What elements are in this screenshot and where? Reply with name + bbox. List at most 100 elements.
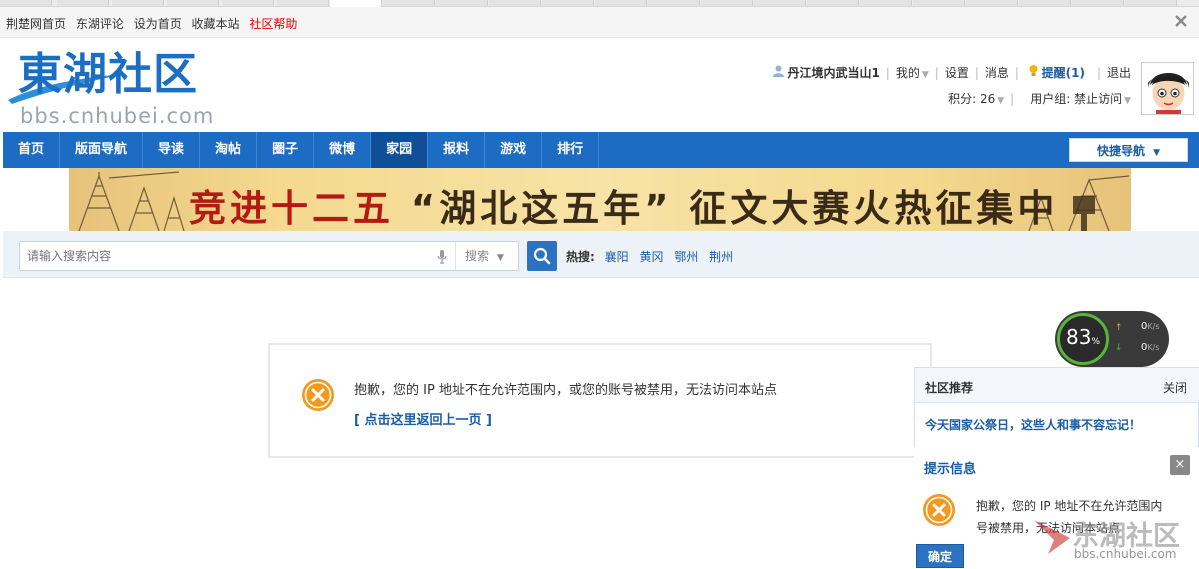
network-speed-widget[interactable]: 83% ↑ ↓ 0K/s 0K/s (1055, 311, 1169, 367)
user-row: 丹江境内武当山1 | 我的 ▼ | 设置 | 消息 | 提醒(1) | 退出 (772, 65, 1131, 91)
go-back-link[interactable]: [ 点击这里返回上一页 ] (354, 409, 492, 428)
user-icon (772, 65, 788, 80)
search-type-select[interactable]: 搜索 ▼ (456, 242, 518, 270)
nav-item-guide[interactable]: 导读 (143, 132, 201, 168)
recommend-link[interactable]: 今天国家公祭日，这些人和事不容忘记！ (925, 416, 1141, 433)
browser-tab[interactable] (489, 0, 541, 6)
upload-speed-unit: K/s (1147, 322, 1160, 331)
top-link-home[interactable]: 荆楚网首页 (6, 17, 66, 31)
browser-tab-active[interactable] (330, 0, 382, 7)
user-group-menu[interactable]: 用户组: 禁止访问 (1030, 92, 1122, 106)
error-message-box: 抱歉，您的 IP 地址不在允许范围内，或您的账号被禁用，无法访问本站点 [ 点击… (268, 343, 932, 458)
speed-percent: 83% (1066, 325, 1100, 349)
banner-title: 竞进十二五 “湖北这五年” 征文大赛火热征集中 (189, 178, 1058, 231)
top-link-comment[interactable]: 东湖评论 (76, 17, 124, 31)
browser-tab[interactable] (1072, 0, 1124, 6)
upload-speed: 0K/s (1141, 321, 1159, 332)
browser-tab[interactable] (436, 0, 488, 6)
nav-item-collection[interactable]: 淘帖 (200, 132, 258, 168)
browser-tab[interactable] (542, 0, 594, 6)
download-speed: 0K/s (1141, 342, 1159, 353)
user-stats-row: 积分: 26 ▼ | 用户组: 禁止访问 ▼ (948, 92, 1131, 106)
browser-tab[interactable] (966, 0, 1018, 6)
settings-link[interactable]: 设置 (945, 66, 969, 80)
recommend-close-button[interactable]: 关闭 (1163, 379, 1187, 396)
search-box: 搜索 ▼ (19, 241, 519, 271)
browser-tab[interactable] (860, 0, 912, 6)
microphone-icon[interactable] (437, 249, 447, 265)
browser-tab[interactable] (222, 0, 274, 6)
notice-message-line1: 抱歉，您的 IP 地址不在允许范围内 (976, 499, 1163, 513)
recommend-title: 社区推荐 (925, 381, 974, 395)
logout-link[interactable]: 退出 (1107, 66, 1131, 80)
username-link[interactable]: 丹江境内武当山1 (787, 66, 879, 80)
upload-arrow-icon: ↑ (1115, 323, 1123, 333)
hot-word[interactable]: 黄冈 (639, 250, 663, 264)
search-area: 搜索 ▼ 热搜: 襄阳 黄冈 鄂州 荆州 (3, 231, 1199, 278)
browser-tab[interactable] (57, 0, 109, 6)
remind-link[interactable]: 提醒(1) (1042, 66, 1085, 80)
error-icon (922, 493, 956, 527)
main-nav: 首页 版面导航 导读 淘帖 圈子 微博 家园 报料 游戏 排行 快捷导航 ▼ (3, 132, 1199, 168)
chevron-down-icon: ▼ (497, 253, 504, 263)
browser-tab[interactable] (167, 0, 219, 6)
top-links: 荆楚网首页 东湖评论 设为首页 收藏本站 社区帮助 (6, 15, 303, 32)
hot-search-label: 热搜: (566, 250, 595, 264)
browser-tab[interactable] (595, 0, 647, 6)
nav-item-forums[interactable]: 版面导航 (60, 132, 144, 168)
search-icon (533, 247, 551, 265)
site-logo[interactable]: 東湖社区 bbs.cnhubei.com (6, 46, 246, 128)
nav-item-home-space[interactable]: 家园 (371, 132, 429, 168)
nav-item-home[interactable]: 首页 (3, 132, 61, 168)
browser-tab[interactable] (701, 0, 753, 6)
browser-tab[interactable] (1019, 0, 1071, 6)
hot-word[interactable]: 襄阳 (605, 250, 629, 264)
notice-title: 提示信息 (924, 462, 977, 477)
download-speed-unit: K/s (1147, 343, 1160, 352)
browser-tab[interactable] (0, 0, 52, 6)
hot-word[interactable]: 荆州 (709, 250, 733, 264)
error-message-text: 抱歉，您的 IP 地址不在允许范围内，或您的账号被禁用，无法访问本站点 (354, 383, 777, 398)
browser-tab[interactable] (913, 0, 965, 6)
top-utility-bar: 荆楚网首页 东湖评论 设为首页 收藏本站 社区帮助 (0, 7, 1199, 38)
nav-item-games[interactable]: 游戏 (485, 132, 543, 168)
close-icon[interactable]: × (1170, 455, 1190, 475)
browser-tab[interactable] (383, 0, 435, 6)
close-icon[interactable] (1173, 13, 1189, 29)
speed-percent-unit: % (1091, 337, 1101, 347)
promo-banner[interactable]: 竞进十二五 “湖北这五年” 征文大赛火热征集中 (69, 168, 1131, 231)
search-button[interactable] (527, 241, 557, 271)
browser-tab[interactable] (807, 0, 859, 6)
browser-tab-strip (0, 0, 1199, 7)
lightbulb-icon (1025, 65, 1042, 80)
logo-url: bbs.cnhubei.com (20, 104, 215, 128)
notice-dialog: 提示信息 × 抱歉，您的 IP 地址不在允许范围内 号被禁用，无法访问本站点 确… (914, 447, 1199, 568)
error-icon (301, 378, 335, 412)
ok-button[interactable]: 确定 (916, 544, 964, 568)
hot-word[interactable]: 鄂州 (674, 250, 698, 264)
nav-item-report[interactable]: 报料 (428, 132, 486, 168)
search-type-label: 搜索 (465, 249, 490, 263)
nav-item-groups[interactable]: 圈子 (257, 132, 315, 168)
notice-message-line2: 号被禁用，无法访问本站点 (976, 521, 1121, 535)
caret-down-icon: ▼ (1153, 148, 1161, 158)
my-menu[interactable]: 我的 (896, 66, 920, 80)
nav-item-ranking[interactable]: 排行 (542, 132, 600, 168)
notice-message: 抱歉，您的 IP 地址不在允许范围内 号被禁用，无法访问本站点 (976, 495, 1198, 539)
avatar[interactable] (1141, 62, 1194, 115)
browser-tab[interactable] (112, 0, 164, 6)
browser-tab[interactable] (277, 0, 329, 6)
top-link-set-homepage[interactable]: 设为首页 (134, 17, 182, 31)
download-arrow-icon: ↓ (1115, 343, 1123, 353)
nav-item-weibo[interactable]: 微博 (314, 132, 372, 168)
browser-tab[interactable] (1125, 0, 1177, 6)
browser-tab[interactable] (648, 0, 700, 6)
top-link-help[interactable]: 社区帮助 (249, 17, 297, 31)
search-input[interactable] (20, 242, 454, 270)
browser-tab[interactable] (754, 0, 806, 6)
quick-nav-button[interactable]: 快捷导航 ▼ (1069, 138, 1188, 162)
banner-title-part1: 竞进十二五 (189, 187, 411, 230)
points-menu[interactable]: 积分: 26 (948, 92, 995, 106)
messages-link[interactable]: 消息 (985, 66, 1009, 80)
top-link-bookmark[interactable]: 收藏本站 (192, 17, 240, 31)
